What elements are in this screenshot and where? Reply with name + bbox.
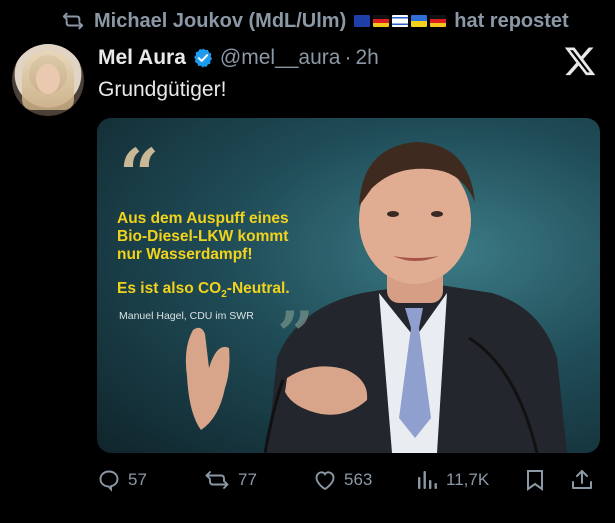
bookmark-icon [527, 470, 543, 491]
quote-text: Aus dem Auspuff eines Bio-Diesel-LKW kom… [117, 210, 289, 263]
repost-button[interactable]: 77 [203, 466, 257, 494]
dot-separator: · [344, 46, 352, 69]
action-bar: 57 77 563 11,7K [97, 466, 603, 494]
quote-mark-icon: “ [119, 133, 160, 216]
quote-claim: Es ist also CO2-Neutral. [117, 280, 290, 300]
x-logo-icon[interactable] [562, 44, 598, 78]
reply-button[interactable]: 57 [97, 466, 147, 494]
views-count: 11,7K [446, 470, 490, 489]
author-handle[interactable]: @mel__aura [220, 46, 341, 70]
eu-flag-icon [354, 15, 371, 27]
reply-icon [99, 470, 119, 492]
author-name[interactable]: Mel Aura [98, 46, 186, 70]
heart-icon [315, 471, 335, 491]
quote-attribution: Manuel Hagel, CDU im SWR [119, 310, 254, 322]
repost-icon [62, 12, 84, 30]
reply-count: 57 [128, 470, 147, 489]
quote-mark-icon: ” [277, 298, 314, 373]
like-count: 563 [344, 470, 373, 489]
repost-icon [205, 471, 229, 489]
tweet-header: Mel Aura @mel__aura · 2h [98, 44, 379, 72]
repost-indicator[interactable]: Michael Joukov (MdL/Ulm) hat repostet [62, 8, 569, 34]
germany-flag-icon [430, 15, 447, 27]
views-button[interactable]: 11,7K [415, 466, 489, 494]
repost-suffix: hat repostet [454, 9, 569, 32]
reposter-name[interactable]: Michael Joukov (MdL/Ulm) [94, 10, 346, 33]
repost-count: 77 [238, 470, 257, 489]
ukraine-flag-icon [411, 15, 428, 27]
tweet-image[interactable]: “ ” Aus dem Auspuff eines Bio-Diesel-LKW… [97, 118, 600, 453]
germany-flag-icon [373, 15, 390, 27]
bookmark-button[interactable] [525, 466, 545, 494]
israel-flag-icon [392, 15, 409, 27]
avatar[interactable] [12, 44, 84, 116]
claim-suffix: -Neutral. [226, 280, 290, 297]
verified-badge-icon[interactable] [192, 47, 214, 69]
flag-emojis [354, 15, 447, 27]
share-icon [572, 470, 592, 489]
avatar-face [36, 64, 60, 94]
tweet-text: Grundgütiger! [98, 78, 227, 101]
tweet-time[interactable]: 2h [355, 46, 378, 70]
views-chart-icon [418, 471, 437, 489]
share-button[interactable] [570, 466, 594, 494]
claim-prefix: Es ist also CO [117, 280, 222, 297]
like-button[interactable]: 563 [313, 466, 372, 494]
